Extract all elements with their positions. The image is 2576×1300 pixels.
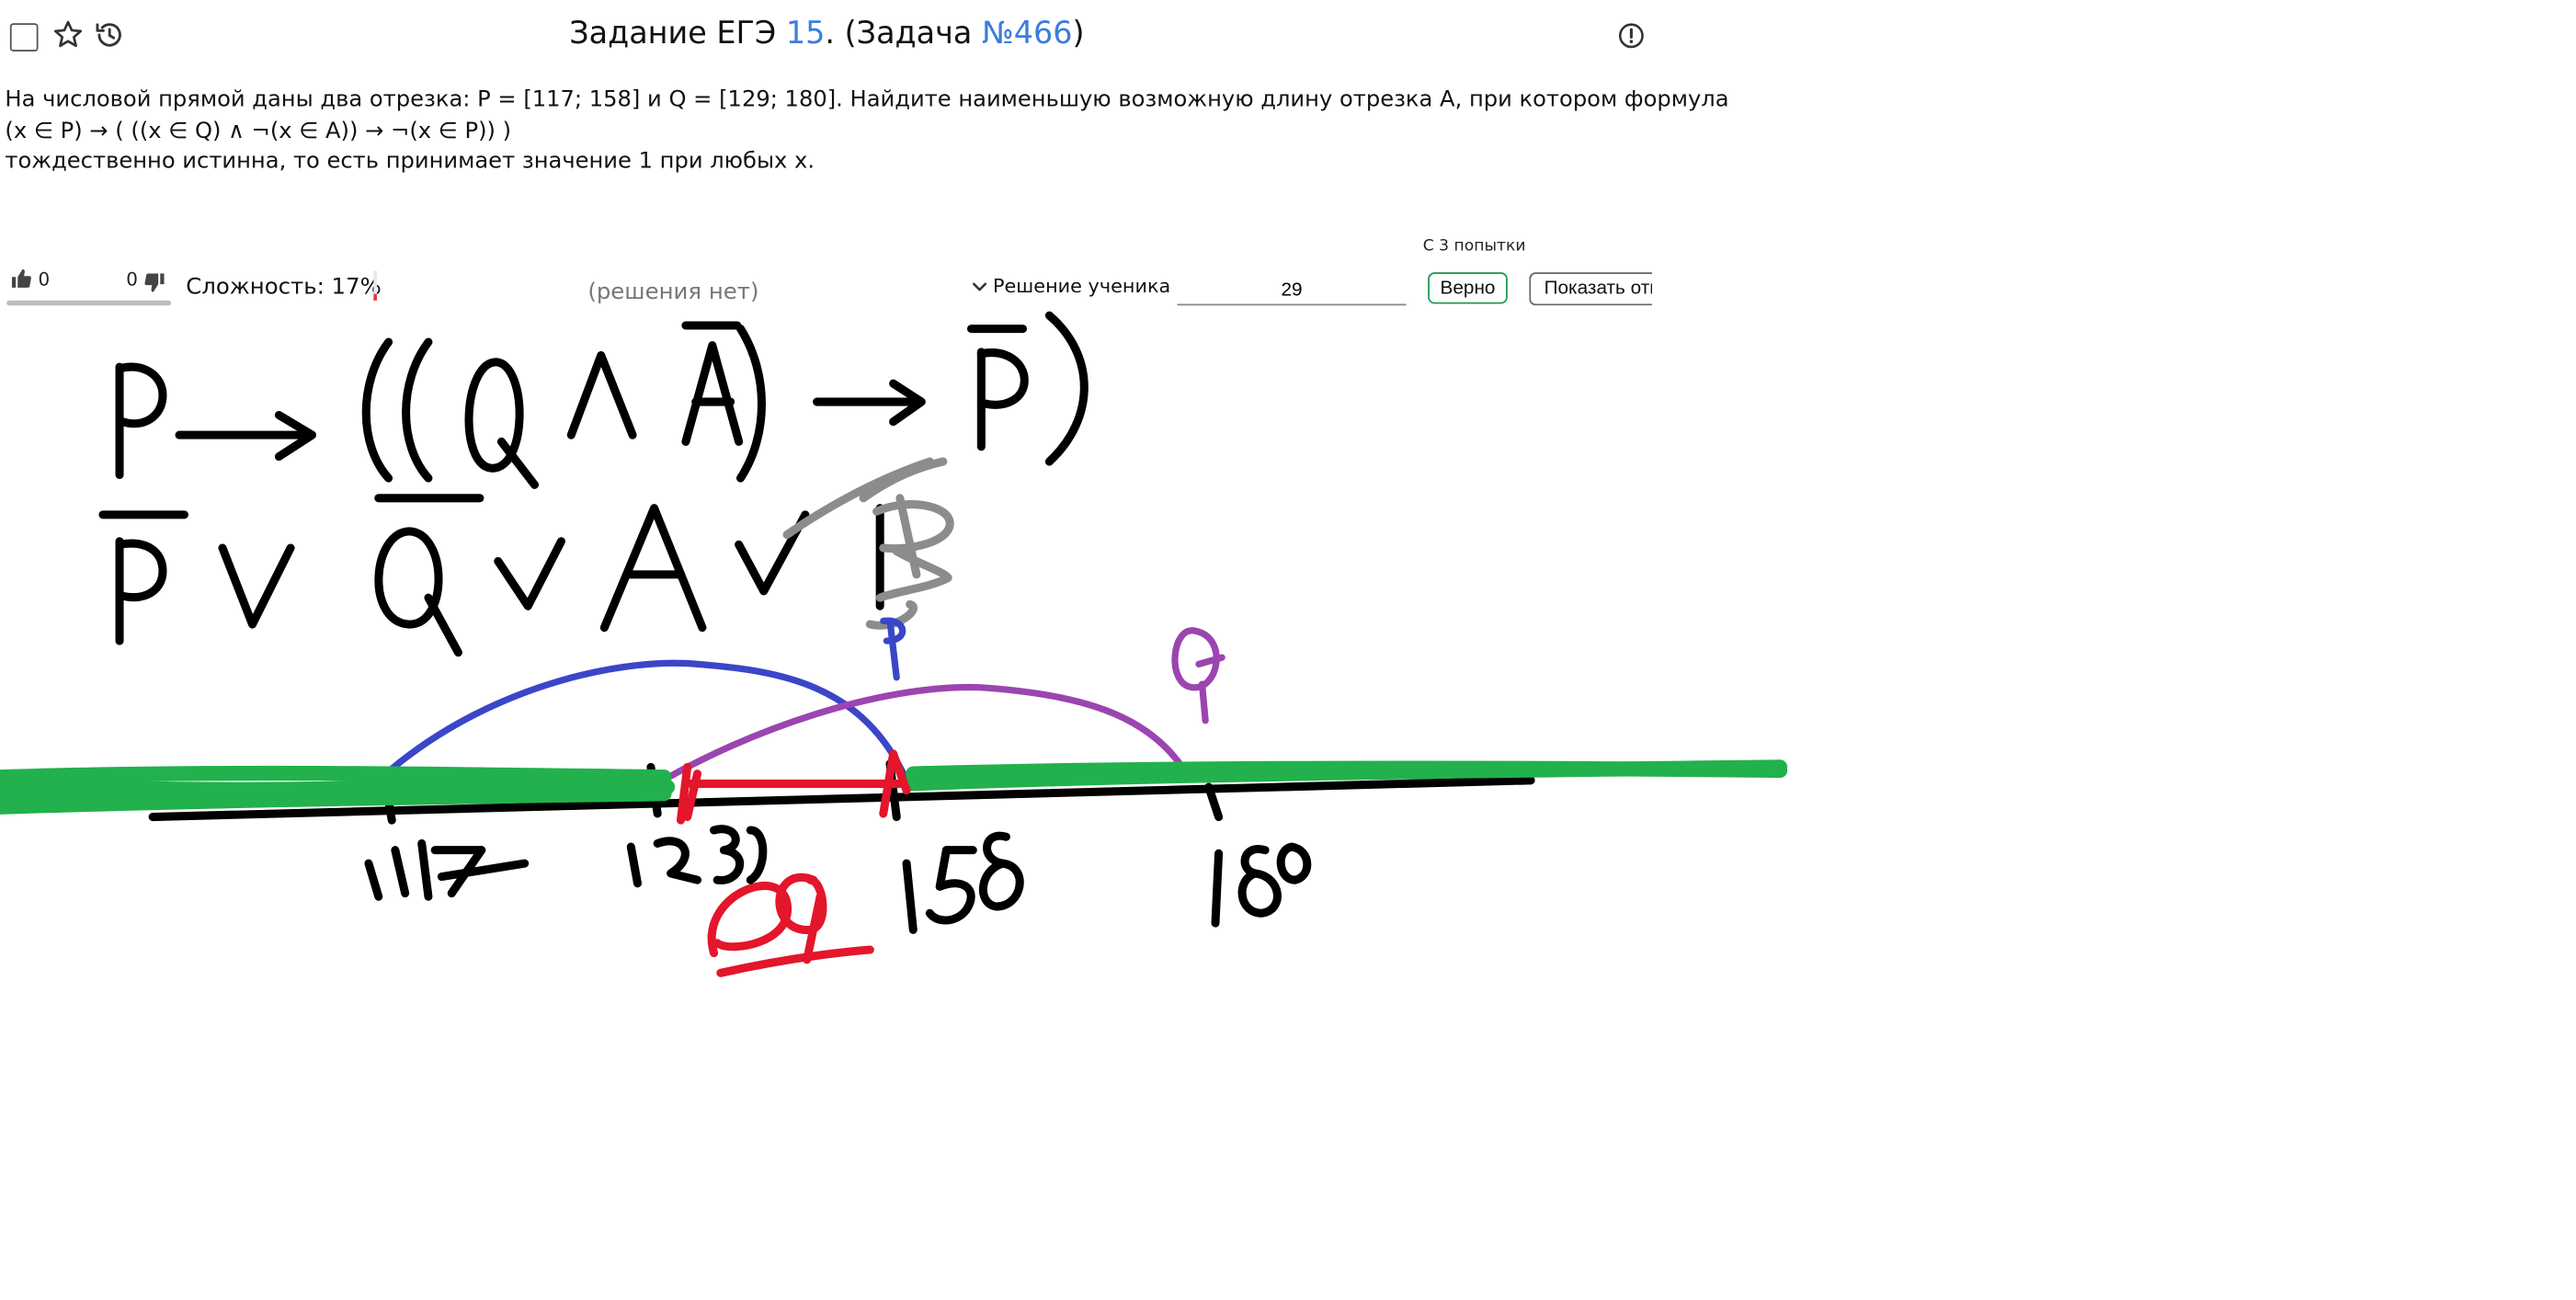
title-prefix: Задание ЕГЭ bbox=[569, 17, 786, 51]
student-solution-toggle[interactable]: Решение ученика bbox=[972, 273, 1171, 298]
tick-labels-ink bbox=[364, 825, 1312, 934]
show-answer-button[interactable]: Показать ответ bbox=[1529, 272, 1652, 306]
dislikes-count: 0 bbox=[126, 268, 138, 291]
problem-statement: На числовой прямой даны два отрезка: P =… bbox=[5, 86, 1729, 178]
formula-line-2-ink bbox=[98, 494, 884, 657]
number-line-ink bbox=[148, 759, 1535, 825]
vote-ratio-bar bbox=[6, 300, 172, 306]
difficulty-indicator bbox=[373, 270, 377, 301]
no-solutions-label: (решения нет) bbox=[587, 279, 759, 306]
problem-line-1: На числовой прямой даны два отрезка: P =… bbox=[5, 87, 1729, 113]
show-answer-button-clip: Показать ответ bbox=[1529, 272, 1652, 306]
task-number-link[interactable]: 15 bbox=[786, 17, 826, 51]
likes-count: 0 bbox=[38, 268, 51, 291]
report-icon[interactable] bbox=[1617, 21, 1646, 50]
student-solution-label: Решение ученика bbox=[992, 273, 1171, 298]
answer-input[interactable] bbox=[1177, 275, 1407, 306]
attempts-label: С 3 попытки bbox=[1422, 237, 1526, 257]
title-suffix: ) bbox=[1072, 17, 1085, 51]
correct-button[interactable]: Верно bbox=[1428, 272, 1508, 304]
problem-line-3: тождественно истинна, то есть принимает … bbox=[5, 149, 815, 175]
problem-id-link[interactable]: №466 bbox=[982, 17, 1073, 51]
chevron-down-icon bbox=[972, 282, 987, 291]
problem-formula: (x ∈ P) → ( ((x ∈ Q) ∧ ¬(x ∈ A)) → ¬(x ∈… bbox=[5, 119, 512, 144]
difficulty-label: Сложность: 17% bbox=[186, 273, 382, 301]
thumb-up-icon[interactable] bbox=[10, 268, 33, 291]
segment-a-ink bbox=[676, 749, 911, 977]
page-title: Задание ЕГЭ 15. (Задача №466) bbox=[0, 17, 1654, 51]
scribble-correction-ink bbox=[782, 457, 954, 630]
handwritten-annotation bbox=[0, 311, 1788, 977]
title-middle: . (Задача bbox=[825, 17, 982, 51]
formula-line-1-ink bbox=[115, 311, 1089, 489]
green-shading-ink bbox=[0, 759, 1788, 815]
thumb-down-icon[interactable] bbox=[142, 270, 165, 293]
q-arc-ink bbox=[654, 627, 1225, 788]
p-arc-ink bbox=[388, 617, 910, 784]
